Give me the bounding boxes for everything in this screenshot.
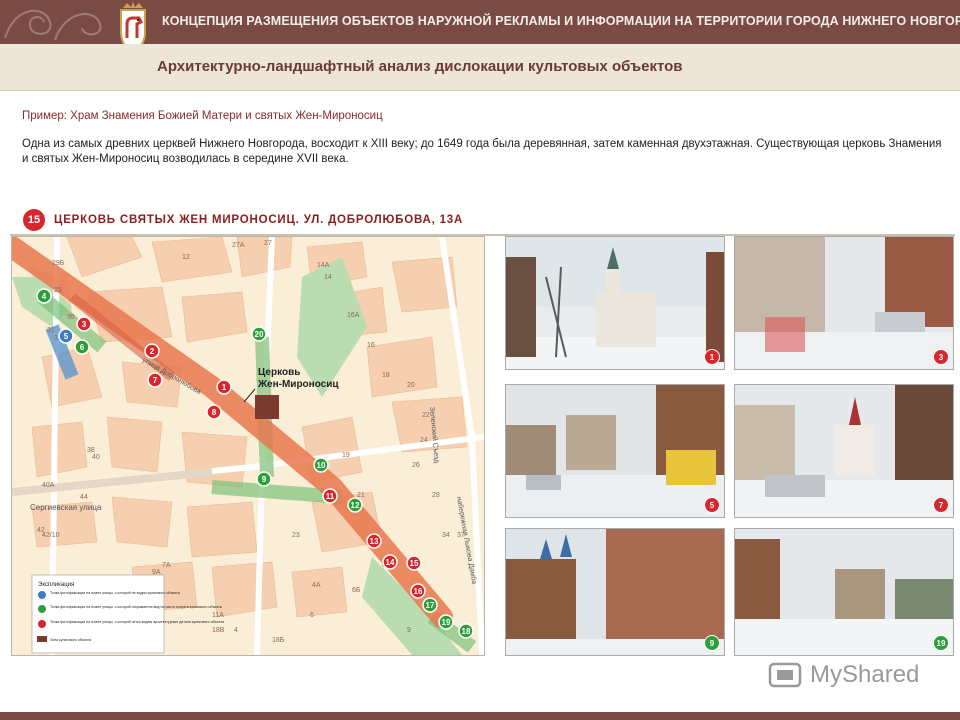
watermark-text: MyShared bbox=[810, 661, 920, 688]
map-building-number: 18В bbox=[212, 627, 225, 634]
map-marker-label: 15 bbox=[410, 559, 419, 568]
photo-9[interactable]: 9 bbox=[505, 528, 725, 656]
legend-title: Экспликация bbox=[38, 582, 74, 588]
map-building-number: 9 bbox=[407, 627, 411, 634]
photo-1[interactable]: 1 bbox=[505, 236, 725, 370]
map-marker-label: 16 bbox=[414, 587, 423, 596]
photo-9-number: 9 bbox=[704, 635, 720, 651]
map-building-number: 14 bbox=[324, 274, 332, 281]
map-street-sergievskaya: Сергиевская улица bbox=[30, 503, 102, 512]
map-marker-label: 20 bbox=[255, 330, 264, 339]
street-map: Церковь Жен-Мироносиц Сергиевская улица … bbox=[11, 236, 485, 656]
map-building-number: 4A bbox=[312, 582, 321, 589]
photo-19-image bbox=[735, 529, 953, 655]
footer-bar bbox=[0, 712, 960, 720]
map-marker-label: 17 bbox=[426, 601, 435, 610]
map-marker-label: 13 bbox=[370, 537, 379, 546]
map-building-number: 23 bbox=[292, 532, 300, 539]
map-building-number: 16 bbox=[367, 342, 375, 349]
photo-5-image bbox=[506, 385, 724, 517]
map-building-number: 37 bbox=[457, 532, 465, 539]
map-marker-label: 18 bbox=[462, 627, 471, 636]
photo-7[interactable]: 7 bbox=[734, 384, 954, 518]
photo-5[interactable]: 5 bbox=[505, 384, 725, 518]
photo-1-number: 1 bbox=[704, 349, 720, 365]
map-church-label-2: Жен-Мироносиц bbox=[257, 379, 339, 390]
map-church-label-1: Церковь bbox=[258, 367, 300, 378]
photo-3[interactable]: 3 bbox=[734, 236, 954, 370]
map-building-number: 11A bbox=[212, 612, 224, 619]
legend-item-4: Зона культового объекта bbox=[50, 638, 91, 642]
panel-header: 15 ЦЕРКОВЬ СВЯТЫХ ЖЕН МИРОНОСИЦ. УЛ. ДОБ… bbox=[10, 206, 955, 234]
map-marker-label: 6 bbox=[80, 343, 85, 352]
map-building-number: 4 bbox=[234, 627, 238, 634]
photo-19-number: 19 bbox=[933, 635, 949, 651]
page-subtitle: Архитектурно-ландшафтный анализ дислокац… bbox=[157, 58, 683, 75]
photo-3-image bbox=[735, 237, 953, 369]
example-heading: Пример: Храм Знамения Божией Матери и св… bbox=[22, 110, 383, 122]
map-building-number: 6 bbox=[310, 612, 314, 619]
photo-3-number: 3 bbox=[933, 349, 949, 365]
map-marker-label: 11 bbox=[326, 492, 335, 501]
photo-19[interactable]: 19 bbox=[734, 528, 954, 656]
map-marker-label: 4 bbox=[42, 292, 47, 301]
map-building-number: 29Б bbox=[52, 260, 65, 267]
map-building-number: 31 bbox=[47, 327, 55, 334]
map-marker-label: 8 bbox=[212, 408, 217, 417]
map-marker-label: 14 bbox=[386, 558, 395, 567]
map-building-number: 40 bbox=[92, 454, 100, 461]
map-building-number: 22 bbox=[422, 412, 430, 419]
photo-9-image bbox=[506, 529, 724, 655]
map-marker-label: 3 bbox=[82, 320, 87, 329]
panel-number-badge: 15 bbox=[23, 209, 45, 231]
map-marker-label: 1 bbox=[222, 383, 227, 392]
map-building-number: 16A bbox=[347, 312, 360, 319]
map-building-number: 24 bbox=[420, 437, 428, 444]
map-marker-label: 7 bbox=[153, 376, 158, 385]
map-marker-label: 10 bbox=[317, 461, 326, 470]
map-building-number: 27 bbox=[264, 240, 272, 247]
map-marker-label: 19 bbox=[442, 618, 451, 627]
map-building-number: 12 bbox=[182, 254, 190, 261]
map-building-number: 7A bbox=[162, 562, 171, 569]
ornament-swirl bbox=[4, 9, 102, 41]
map-building-number: 26 bbox=[412, 462, 420, 469]
map-marker-label: 2 bbox=[150, 347, 155, 356]
legend-item-2: Точка фотофиксации на плане улицы, с кот… bbox=[50, 605, 222, 609]
map-building-number: 19 bbox=[342, 452, 350, 459]
map-marker-label: 5 bbox=[64, 332, 69, 341]
map-building-number: 29 bbox=[54, 287, 62, 294]
map-building-number: 14A bbox=[317, 262, 330, 269]
map-building-number: 18Б bbox=[272, 637, 285, 644]
map-building-number: 28 bbox=[432, 492, 440, 499]
description-text: Одна из самых древних церквей Нижнего Но… bbox=[22, 138, 942, 165]
map-building-number: 6Б bbox=[352, 587, 361, 594]
map-marker-label: 9 bbox=[262, 475, 267, 484]
legend-item-1: Точка фотофиксации на плане улицы, с кот… bbox=[50, 591, 180, 595]
map-building-number: 38 bbox=[87, 447, 95, 454]
photo-7-image bbox=[735, 385, 953, 517]
map-building-number: 35 bbox=[67, 314, 75, 321]
map-building-number: 40A bbox=[42, 482, 55, 489]
header-title: КОНЦЕПЦИЯ РАЗМЕЩЕНИЯ ОБЪЕКТОВ НАРУЖНОЙ Р… bbox=[162, 14, 960, 28]
map-building-number: 27A bbox=[232, 242, 245, 249]
map-building-number: 42/10 bbox=[42, 532, 60, 539]
map-building-number: 34 bbox=[442, 532, 450, 539]
photo-7-number: 7 bbox=[933, 497, 949, 513]
map-building-number: 44 bbox=[80, 494, 88, 501]
panel-title: ЦЕРКОВЬ СВЯТЫХ ЖЕН МИРОНОСИЦ. УЛ. ДОБРОЛ… bbox=[54, 214, 464, 226]
photo-5-number: 5 bbox=[704, 497, 720, 513]
map-marker-label: 12 bbox=[351, 501, 360, 510]
map-building-number: 18 bbox=[382, 372, 390, 379]
photo-1-image bbox=[506, 237, 724, 369]
legend-item-3: Точка фотофиксации на плане улицы, с кот… bbox=[50, 620, 224, 624]
map-building-number: 20 bbox=[407, 382, 415, 389]
